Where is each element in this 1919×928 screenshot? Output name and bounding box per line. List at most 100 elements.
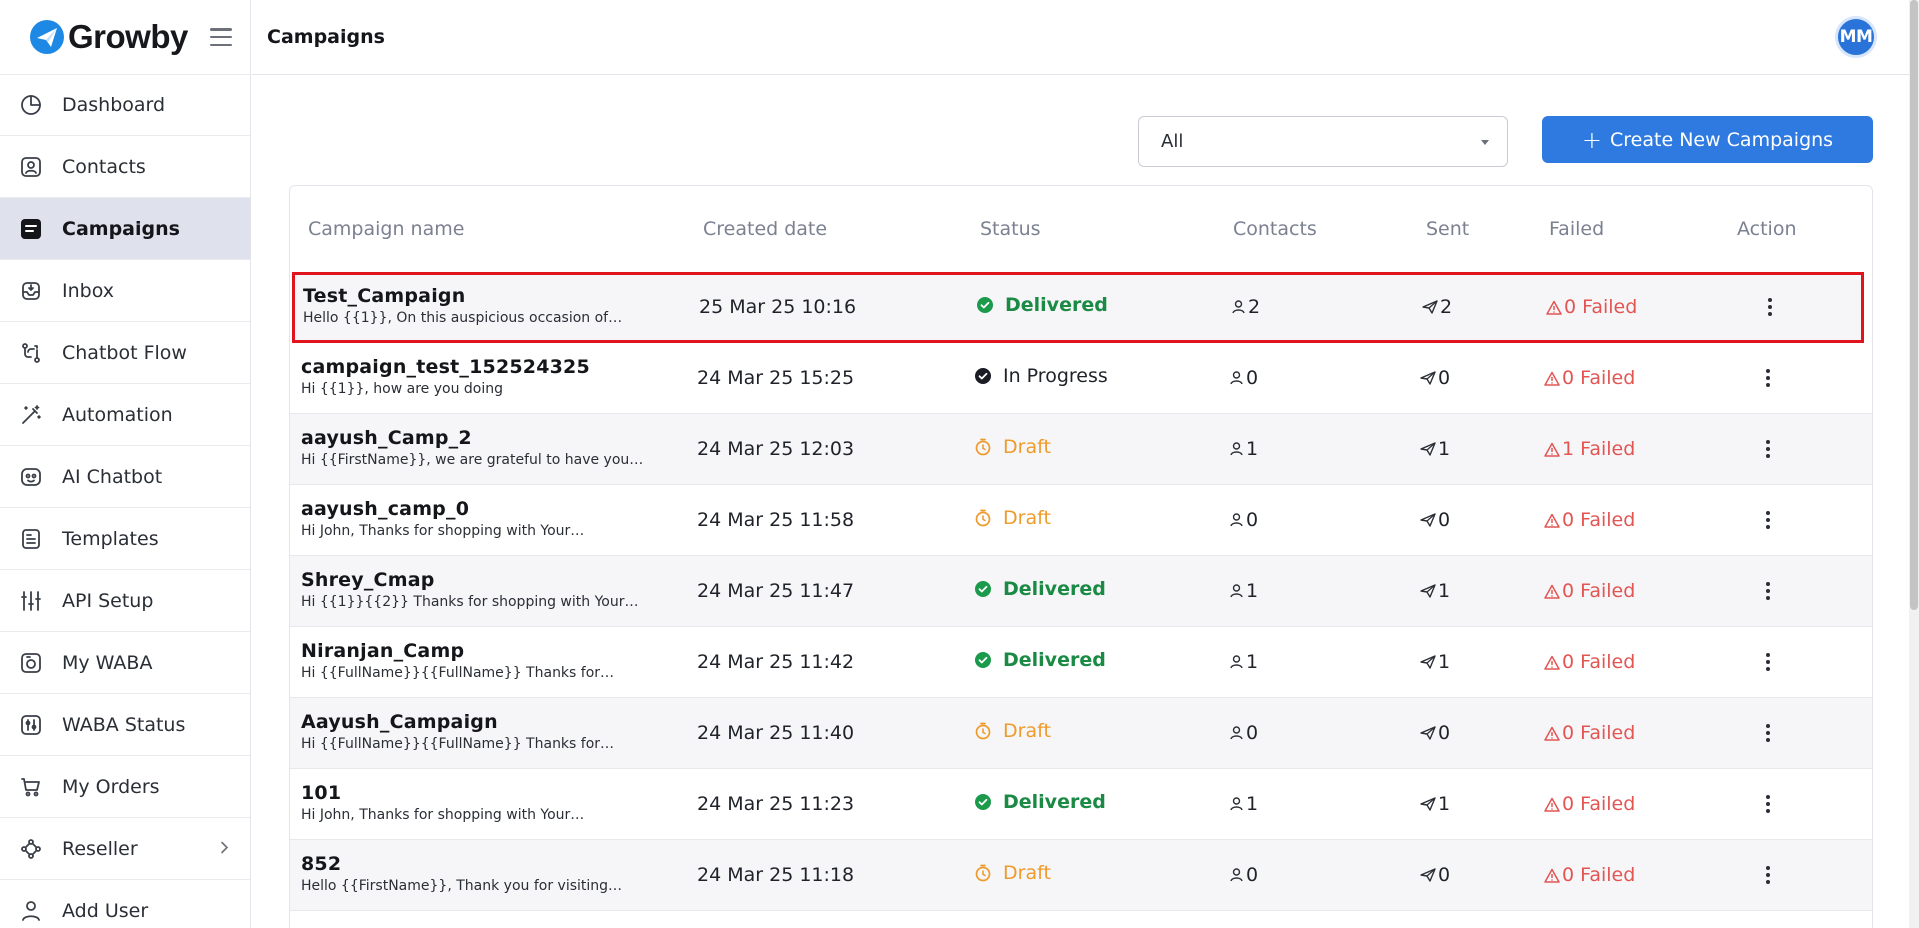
campaign-message-preview: Hi {{1}}{{2}} Thanks for shopping with Y… (301, 594, 639, 610)
campaigns-icon (18, 216, 44, 242)
dashboard-icon (18, 92, 44, 118)
row-actions-menu-icon[interactable] (1756, 791, 1780, 817)
warning-icon (1544, 797, 1562, 812)
campaign-name-cell: Niranjan_Camp Hi {{FullName}}{{FullName}… (301, 640, 661, 681)
row-actions-menu-icon[interactable] (1756, 365, 1780, 391)
status-filter-select[interactable]: All (1138, 116, 1508, 167)
table-row[interactable]: aayush_camp_0 Hi John, Thanks for shoppi… (290, 485, 1872, 556)
sent-value: 1 (1438, 651, 1451, 673)
sidebar-item-my-orders[interactable]: My Orders (0, 756, 250, 818)
status-badge: In Progress (975, 365, 1108, 387)
sidebar-item-my-waba[interactable]: My WABA (0, 632, 250, 694)
table-row[interactable]: 852 Hello {{FirstName}}, Thank you for v… (290, 840, 1872, 911)
col-created-date[interactable]: Created date (703, 218, 827, 240)
row-actions-menu-icon[interactable] (1756, 507, 1780, 533)
col-sent[interactable]: Sent (1426, 218, 1469, 240)
create-campaign-button[interactable]: + Create New Campaigns (1542, 116, 1873, 163)
campaign-message-preview: Hi {{1}}, how are you doing (301, 381, 504, 397)
contacts-value: 1 (1246, 651, 1259, 673)
contacts-count: 2 (1232, 296, 1260, 318)
campaign-name: Shrey_Cmap (301, 569, 435, 591)
row-actions-menu-icon[interactable] (1758, 294, 1782, 320)
sidebar-item-automation[interactable]: Automation (0, 384, 250, 446)
row-actions-menu-icon[interactable] (1756, 862, 1780, 888)
campaign-name-cell: Shrey_Cmap Hi {{1}}{{2}} Thanks for shop… (301, 569, 661, 610)
send-icon (1420, 868, 1438, 882)
table-row[interactable]: Niranjan_Camp Hi {{FullName}}{{FullName}… (290, 627, 1872, 698)
template-icon (18, 526, 44, 552)
user-icon (1230, 371, 1246, 385)
table-row[interactable]: Shrey_Cmap Hi {{1}}{{2}} Thanks for shop… (290, 556, 1872, 627)
menu-toggle-icon[interactable] (209, 28, 232, 46)
campaign-message-preview: Hi {{FullName}}{{FullName}} Thanks for… (301, 736, 615, 752)
sidebar-item-chatbot-flow[interactable]: Chatbot Flow (0, 322, 250, 384)
failed-value: 0 Failed (1562, 864, 1636, 886)
timer-icon (975, 722, 991, 740)
failed-count[interactable]: 0 Failed (1544, 367, 1635, 389)
contacts-value: 0 (1246, 864, 1259, 886)
failed-count[interactable]: 0 Failed (1544, 722, 1635, 744)
send-icon (1420, 442, 1438, 456)
status-label: Draft (1003, 436, 1051, 458)
sidebar-item-label: Campaigns (62, 217, 180, 240)
campaign-name: aayush_camp_0 (301, 498, 470, 520)
failed-count[interactable]: 0 Failed (1544, 793, 1635, 815)
campaign-name: Aayush_Campaign (301, 711, 498, 733)
failed-count[interactable]: 0 Failed (1544, 651, 1635, 673)
sidebar-item-dashboard[interactable]: Dashboard (0, 74, 250, 136)
user-icon (1230, 868, 1246, 882)
sidebar-item-label: Automation (62, 403, 173, 426)
row-actions-menu-icon[interactable] (1756, 436, 1780, 462)
contacts-count: 0 (1230, 367, 1258, 389)
failed-count[interactable]: 0 Failed (1546, 296, 1637, 318)
scrollbar-thumb[interactable] (1910, 0, 1918, 610)
failed-count[interactable]: 0 Failed (1544, 509, 1635, 531)
row-actions-menu-icon[interactable] (1756, 649, 1780, 675)
inbox-icon (18, 278, 44, 304)
sent-value: 2 (1440, 296, 1453, 318)
status-label: Delivered (1005, 294, 1108, 316)
user-icon (1232, 300, 1248, 314)
failed-value: 0 Failed (1562, 651, 1636, 673)
campaign-message-preview: Hi {{FullName}}{{FullName}} Thanks for… (301, 665, 615, 681)
sidebar-item-campaigns[interactable]: Campaigns (0, 198, 250, 260)
table-row[interactable]: campaign_test_152524325 Hi {{1}}, how ar… (290, 343, 1872, 414)
failed-value: 1 Failed (1562, 438, 1636, 460)
sidebar-item-waba-status[interactable]: WABA Status (0, 694, 250, 756)
sidebar-item-label: WABA Status (62, 713, 186, 736)
table-row[interactable]: Aayush_Campaign Hi {{FullName}}{{FullNam… (290, 698, 1872, 769)
col-failed[interactable]: Failed (1549, 218, 1604, 240)
table-row[interactable]: aayush_Camp_2 Hi {{FirstName}}, we are g… (290, 414, 1872, 485)
warning-icon (1546, 300, 1564, 315)
table-row[interactable]: Test_Campaign Hello {{1}}, On this auspi… (292, 272, 1864, 343)
avatar[interactable]: MM (1835, 16, 1877, 58)
row-actions-menu-icon[interactable] (1756, 720, 1780, 746)
row-actions-menu-icon[interactable] (1756, 578, 1780, 604)
reseller-icon (18, 836, 44, 862)
contacts-value: 0 (1246, 509, 1259, 531)
created-date: 24 Mar 25 11:58 (697, 509, 855, 531)
page-scrollbar[interactable] (1909, 0, 1919, 928)
sidebar-item-reseller[interactable]: Reseller (0, 818, 250, 880)
top-header: Campaigns MM (252, 0, 1919, 75)
col-campaign-name[interactable]: Campaign name (308, 218, 464, 240)
sidebar-item-contacts[interactable]: Contacts (0, 136, 250, 198)
chevron-right-icon[interactable] (220, 839, 230, 858)
sidebar-item-templates[interactable]: Templates (0, 508, 250, 570)
failed-count[interactable]: 0 Failed (1544, 580, 1635, 602)
col-status[interactable]: Status (980, 218, 1041, 240)
sidebar-item-ai-chatbot[interactable]: AI Chatbot (0, 446, 250, 508)
failed-count[interactable]: 0 Failed (1544, 864, 1635, 886)
table-row[interactable]: 101 Hi John, Thanks for shopping with Yo… (290, 769, 1872, 840)
sidebar-item-inbox[interactable]: Inbox (0, 260, 250, 322)
failed-count[interactable]: 1 Failed (1544, 438, 1635, 460)
sidebar-item-add-user[interactable]: Add User (0, 880, 250, 928)
col-contacts[interactable]: Contacts (1233, 218, 1317, 240)
plus-icon: + (1581, 125, 1603, 154)
warning-icon (1544, 655, 1562, 670)
create-campaign-label: Create New Campaigns (1610, 128, 1834, 151)
created-date: 25 Mar 25 10:16 (699, 296, 857, 318)
contacts-value: 1 (1246, 793, 1259, 815)
contacts-count: 1 (1230, 793, 1258, 815)
sidebar-item-api-setup[interactable]: API Setup (0, 570, 250, 632)
